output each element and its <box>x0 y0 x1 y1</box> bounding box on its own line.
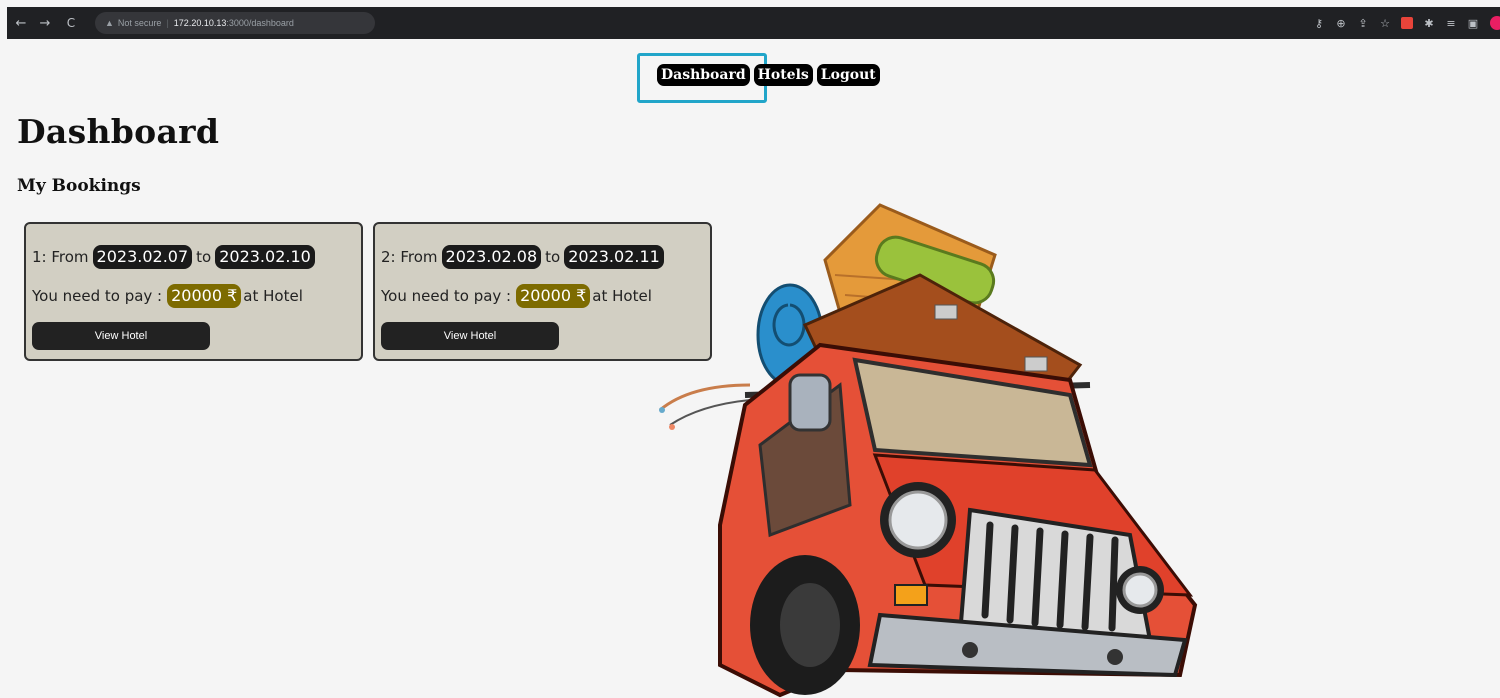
pay-label: You need to pay : <box>32 287 163 305</box>
booking-card: 1: From 2023.02.07 to 2023.02.10 You nee… <box>24 222 363 361</box>
url-host: 172.20.10.13 <box>173 18 227 28</box>
url-path: :3000/dashboard <box>226 18 294 28</box>
section-title: My Bookings <box>17 176 141 196</box>
to-date: 2023.02.10 <box>215 245 315 269</box>
back-arrow-icon[interactable]: ← <box>11 16 31 31</box>
warning-icon: ▲ <box>105 18 114 28</box>
star-icon[interactable]: ☆ <box>1374 17 1396 30</box>
key-icon[interactable]: ⚷ <box>1308 17 1330 30</box>
to-label: to <box>196 248 212 266</box>
browser-actions: ⚷ ⊕ ⇪ ☆ ✱ ≡ ▣ <box>1308 7 1500 39</box>
pay-suffix: at Hotel <box>592 287 652 305</box>
media-icon[interactable]: ≡ <box>1440 17 1462 30</box>
price-badge: 20000 ₹ <box>516 284 591 308</box>
to-date: 2023.02.11 <box>564 245 664 269</box>
forward-arrow-icon[interactable]: → <box>35 16 55 31</box>
zoom-icon[interactable]: ⊕ <box>1330 17 1352 30</box>
browser-toolbar: ← → C ▲ Not secure | 172.20.10.13 :3000/… <box>7 7 1500 39</box>
nav-hotels[interactable]: Hotels <box>753 64 813 86</box>
nav-dashboard[interactable]: Dashboard <box>657 64 750 86</box>
reload-icon[interactable]: C <box>61 16 81 30</box>
extension-icon[interactable] <box>1401 17 1413 29</box>
profile-avatar[interactable] <box>1490 16 1500 30</box>
to-label: to <box>545 248 561 266</box>
booking-index-label: 2: From <box>381 248 438 266</box>
booking-index-label: 1: From <box>32 248 89 266</box>
top-nav: Dashboard Hotels Logout <box>657 64 880 86</box>
bookings-list: 1: From 2023.02.07 to 2023.02.10 You nee… <box>24 222 712 361</box>
share-icon[interactable]: ⇪ <box>1352 17 1374 30</box>
nav-logout[interactable]: Logout <box>816 64 880 86</box>
view-hotel-button[interactable]: View Hotel <box>381 322 559 350</box>
security-label: Not secure <box>117 18 162 28</box>
sidepanel-icon[interactable]: ▣ <box>1462 17 1484 30</box>
from-date: 2023.02.07 <box>92 245 193 269</box>
separator: | <box>166 18 169 28</box>
jeep-illustration <box>659 203 1198 698</box>
from-date: 2023.02.08 <box>441 245 542 269</box>
puzzle-icon[interactable]: ✱ <box>1418 17 1440 30</box>
view-hotel-button[interactable]: View Hotel <box>32 322 210 350</box>
pay-label: You need to pay : <box>381 287 512 305</box>
pay-suffix: at Hotel <box>243 287 303 305</box>
booking-dates: 1: From 2023.02.07 to 2023.02.10 <box>32 244 355 270</box>
booking-payment: You need to pay : 20000 ₹ at Hotel <box>32 283 355 309</box>
page-title: Dashboard <box>17 112 220 151</box>
address-bar[interactable]: ▲ Not secure | 172.20.10.13 :3000/dashbo… <box>95 12 375 34</box>
price-badge: 20000 ₹ <box>167 284 242 308</box>
